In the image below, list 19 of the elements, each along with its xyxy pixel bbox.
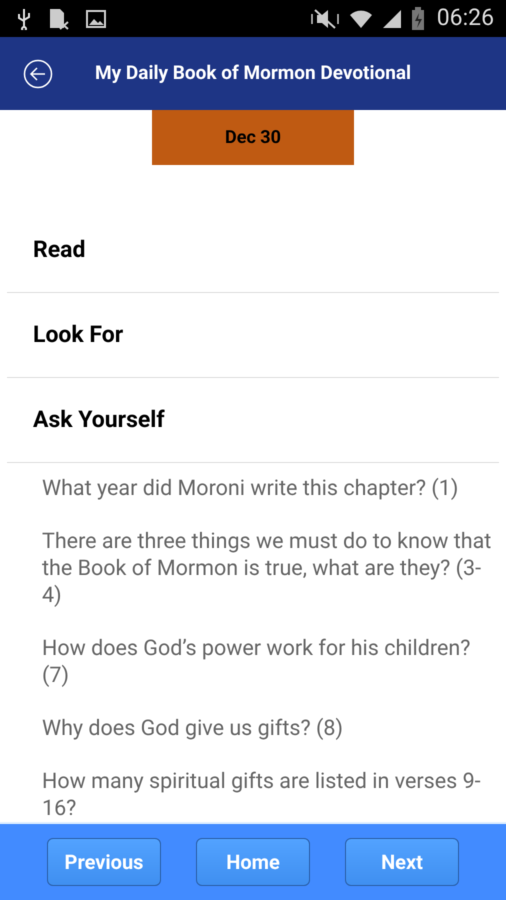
wifi-icon bbox=[348, 8, 373, 30]
question-text: Why does God give us gifts? (8) bbox=[42, 715, 344, 742]
question-text: There are three things we must do to know that the Book of Mormon is true, what are they? (3-4) bbox=[42, 528, 492, 609]
usb-icon bbox=[16, 8, 32, 30]
question-text: How many spiritual gifts are listed in verses 9-16? bbox=[42, 768, 482, 822]
section-header[interactable]: Ask Yourself bbox=[7, 378, 499, 463]
section-header[interactable]: Look For bbox=[7, 293, 499, 378]
question-text: How does God’s power work for his children? (7) bbox=[42, 635, 472, 689]
image-icon bbox=[86, 10, 106, 28]
sim-card-icon bbox=[48, 8, 70, 30]
signal-icon bbox=[380, 8, 403, 30]
battery-icon bbox=[410, 6, 425, 30]
section-header[interactable]: Read bbox=[7, 208, 499, 293]
window-title: My Daily Book of Mormon Devotional bbox=[95, 60, 412, 86]
clock: 06:26 bbox=[436, 3, 494, 34]
date-label: Dec 30 bbox=[152, 110, 354, 165]
mute-icon bbox=[308, 8, 341, 30]
back-button[interactable] bbox=[23, 58, 53, 88]
question-text: What year did Moroni write this chapter? (1) bbox=[42, 475, 460, 502]
